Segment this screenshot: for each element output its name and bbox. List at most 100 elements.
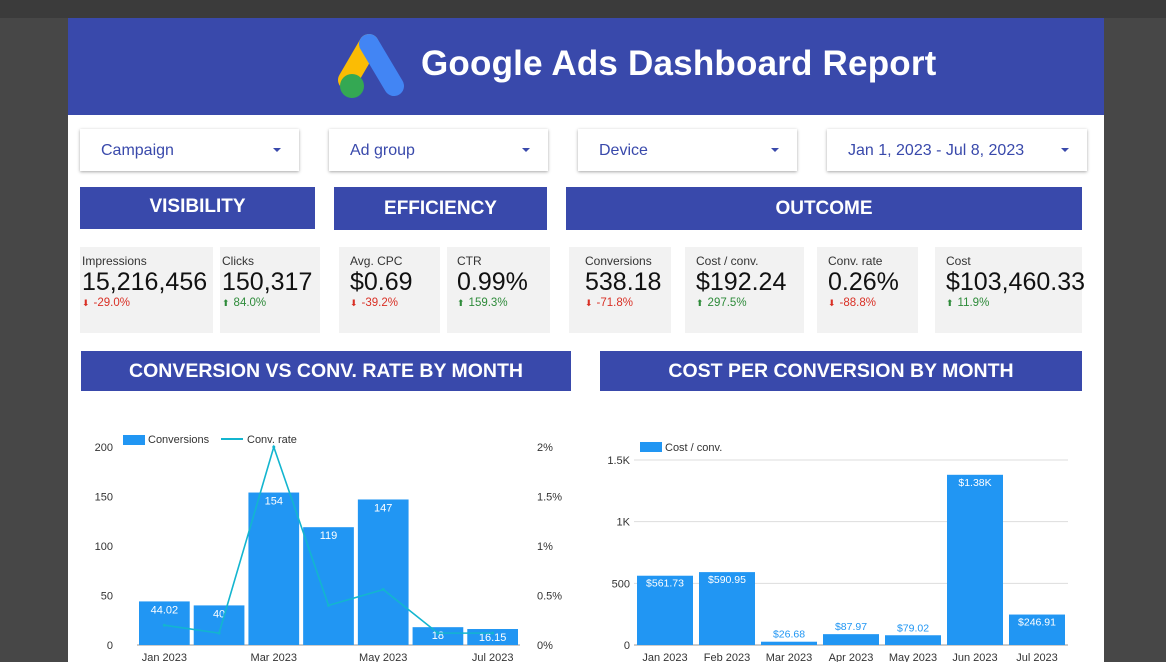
- y-tick-label: 200: [95, 442, 113, 454]
- kpi-label: Cost: [946, 254, 971, 268]
- kpi-label: Cost / conv.: [696, 254, 759, 268]
- kpi-card-ctr: CTR 0.99% ⬆ 159.3%: [447, 247, 550, 333]
- campaign-filter-label: Campaign: [101, 142, 174, 159]
- kpi-label: CTR: [457, 254, 482, 268]
- arrow-down-icon: ⬇: [828, 298, 836, 308]
- bar-cost-per-conv: [947, 474, 1003, 645]
- y-tick-label: 1K: [617, 517, 631, 529]
- x-tick-label: May 2023: [889, 652, 937, 662]
- bar-conversions: [248, 492, 300, 645]
- legend-swatch-conversions: [123, 435, 145, 445]
- outcome-section-header: OUTCOME: [566, 187, 1082, 230]
- google-ads-logo: [338, 34, 404, 98]
- bar-data-label: $561.73: [646, 578, 684, 590]
- kpi-value: 0.26%: [828, 268, 899, 296]
- arrow-up-icon: ⬆: [222, 298, 230, 308]
- legend-swatch-cost-per-conv: [640, 442, 662, 452]
- y2-tick-label: 2%: [537, 442, 553, 454]
- x-tick-label: Jan 2023: [142, 652, 187, 662]
- bar-data-label: 147: [374, 502, 392, 514]
- report-header: Google Ads Dashboard Report: [68, 18, 1104, 115]
- kpi-delta: ⬆ 159.3%: [457, 297, 508, 309]
- bar-cost-per-conv: [885, 635, 941, 645]
- date-range-label: Jan 1, 2023 - Jul 8, 2023: [848, 142, 1025, 159]
- conversion-vs-rate-chart: Conversions Conv. rate 0 50 100 150 200 0% 0.5% 1…: [95, 434, 563, 662]
- bar-data-label: 119: [320, 530, 338, 542]
- kpi-delta: ⬆ 84.0%: [222, 297, 267, 309]
- x-tick-label: Jan 2023: [642, 652, 687, 662]
- point-conv-rate: [217, 631, 221, 635]
- legend-label-cost-per-conv: Cost / conv.: [665, 442, 722, 454]
- arrow-down-icon: ⬇: [350, 298, 358, 308]
- kpi-value: $192.24: [696, 268, 787, 296]
- chevron-down-icon: [273, 148, 281, 152]
- viewer-top-bar: [0, 0, 1166, 18]
- y2-tick-label: 1%: [537, 541, 553, 553]
- bar-data-label: 154: [265, 496, 283, 508]
- chevron-down-icon: [771, 148, 779, 152]
- point-conv-rate: [162, 623, 166, 627]
- arrow-up-icon: ⬆: [696, 298, 704, 308]
- kpi-card-clicks: Clicks 150,317 ⬆ 84.0%: [220, 247, 320, 333]
- bar-conversions: [303, 527, 354, 645]
- kpi-card-conversions: Conversions 538.18 ⬇ -71.8%: [569, 247, 671, 333]
- date-range-picker[interactable]: Jan 1, 2023 - Jul 8, 2023: [827, 129, 1087, 171]
- y-tick-label: 0: [624, 640, 630, 652]
- bar-conversions: [357, 499, 409, 645]
- arrow-down-icon: ⬇: [82, 298, 90, 308]
- ad-group-filter-label: Ad group: [350, 142, 415, 159]
- legend-label-conv-rate: Conv. rate: [247, 434, 297, 446]
- y-tick-label: 50: [101, 591, 113, 603]
- kpi-card-avg-cpc: Avg. CPC $0.69 ⬇ -39.2%: [339, 247, 440, 333]
- kpi-label: Conv. rate: [828, 254, 883, 268]
- cost-per-conversion-chart: Cost / conv. 0 500 1K 1.5K $561.73 $590.95 $26.…: [607, 442, 1068, 662]
- point-conv-rate: [272, 445, 276, 449]
- chevron-down-icon: [1061, 148, 1069, 152]
- kpi-label: Clicks: [222, 254, 254, 268]
- kpi-card-cost: Cost $103,460.33 ⬆ 11.9%: [935, 247, 1086, 333]
- bar-data-label: $87.97: [835, 621, 867, 633]
- kpi-card-impressions: Impressions 15,216,456 ⬇ -29.0%: [80, 247, 213, 333]
- kpi-value: 538.18: [585, 268, 662, 296]
- efficiency-section-header: EFFICIENCY: [334, 187, 547, 230]
- y-tick-label: 100: [95, 541, 113, 553]
- bar-data-label: $26.68: [773, 629, 805, 641]
- y-tick-label: 1.5K: [607, 455, 630, 467]
- device-filter-dropdown[interactable]: Device: [578, 129, 797, 171]
- legend-label-conversions: Conversions: [148, 434, 210, 446]
- bar-data-label: $1.38K: [958, 477, 991, 489]
- kpi-label: Impressions: [82, 254, 147, 268]
- kpi-value: 150,317: [222, 268, 313, 296]
- x-tick-label: Mar 2023: [251, 652, 297, 662]
- kpi-value: $0.69: [350, 268, 413, 296]
- x-tick-label: Mar 2023: [766, 652, 812, 662]
- kpi-card-conv-rate: Conv. rate 0.26% ⬇ -88.8%: [817, 247, 918, 333]
- arrow-down-icon: ⬇: [585, 298, 593, 308]
- kpi-delta: ⬇ -29.0%: [82, 297, 130, 309]
- kpi-label: Conversions: [585, 254, 652, 268]
- kpi-delta: ⬇ -39.2%: [350, 297, 398, 309]
- point-conv-rate: [436, 631, 440, 635]
- x-tick-label: May 2023: [359, 652, 407, 662]
- y-tick-label: 150: [95, 492, 113, 504]
- kpi-delta: ⬇ -71.8%: [585, 297, 633, 309]
- kpi-value: 0.99%: [457, 268, 528, 296]
- ad-group-filter-dropdown[interactable]: Ad group: [329, 129, 548, 171]
- kpi-card-cost-per-conv: Cost / conv. $192.24 ⬆ 297.5%: [685, 247, 804, 333]
- page-title: Google Ads Dashboard Report: [421, 44, 937, 83]
- y2-tick-label: 0.5%: [537, 591, 562, 603]
- x-tick-label: Jul 2023: [472, 652, 514, 662]
- kpi-value: $103,460.33: [946, 268, 1086, 296]
- y-tick-label: 500: [612, 578, 630, 590]
- point-conv-rate: [381, 588, 385, 592]
- bar-data-label: 44.02: [151, 604, 179, 616]
- campaign-filter-dropdown[interactable]: Campaign: [80, 129, 299, 171]
- x-tick-label: Feb 2023: [704, 652, 750, 662]
- x-tick-label: Jun 2023: [952, 652, 997, 662]
- bar-data-label: $590.95: [708, 574, 746, 586]
- point-conv-rate: [327, 603, 330, 607]
- chevron-down-icon: [522, 148, 530, 152]
- y-tick-label: 0: [107, 640, 113, 652]
- bar-cost-per-conv: [823, 634, 879, 645]
- x-tick-label: Apr 2023: [829, 652, 874, 662]
